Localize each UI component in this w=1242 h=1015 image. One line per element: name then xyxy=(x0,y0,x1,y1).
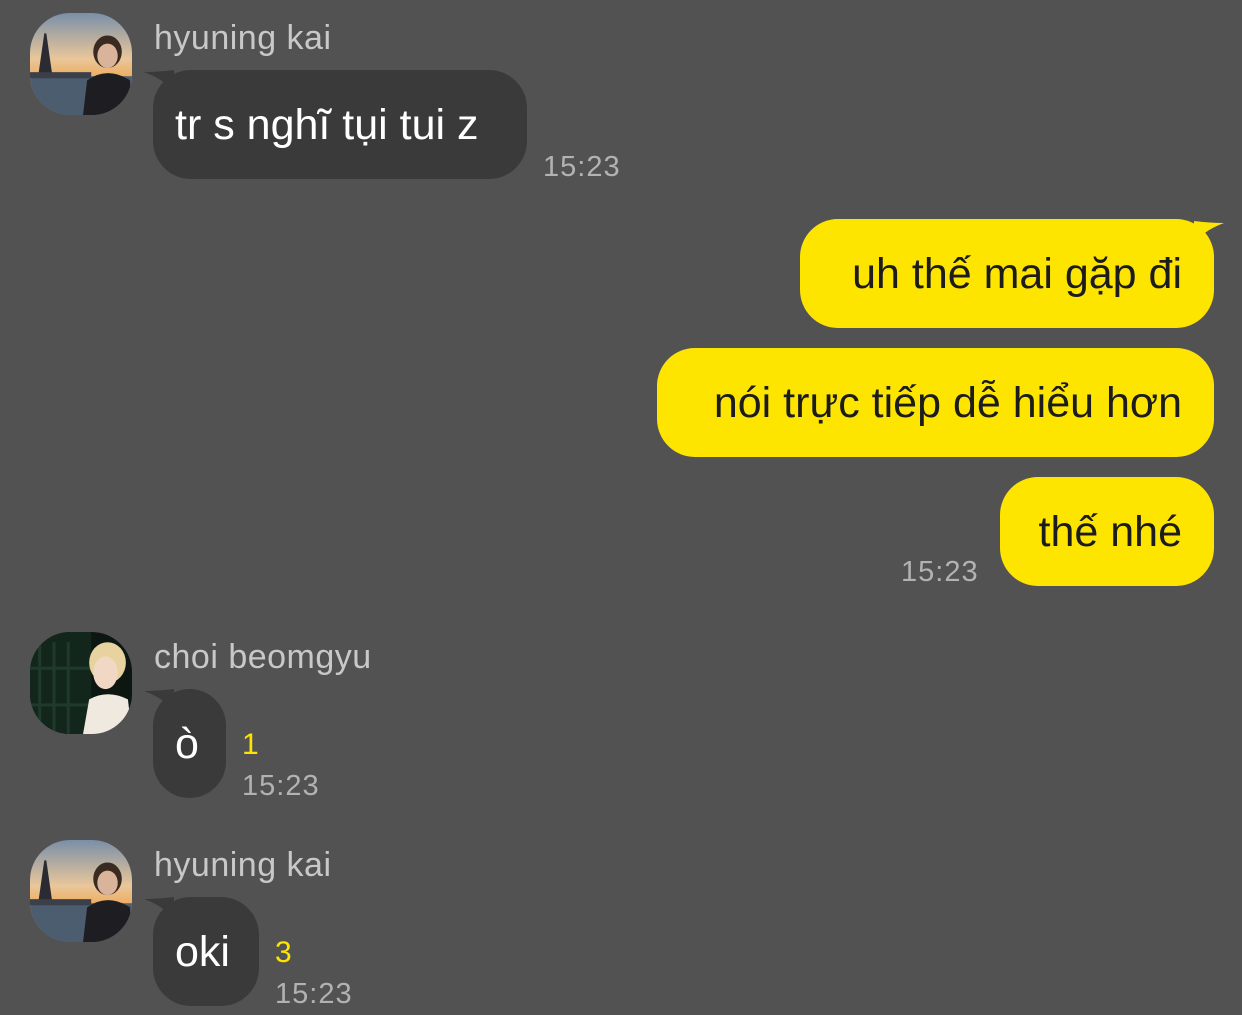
message-text: nói trực tiếp dễ hiểu hơn xyxy=(713,378,1182,427)
avatar-hyuning-kai[interactable] xyxy=(30,840,132,942)
message-text: uh thế mai gặp đi xyxy=(852,249,1182,298)
message-timestamp: 15:23 xyxy=(543,151,621,183)
message-text: thế nhé xyxy=(1038,507,1182,556)
sender-name: hyuning kai xyxy=(154,846,332,884)
message-text: oki xyxy=(175,927,230,976)
avatar-choi-beomgyu[interactable] xyxy=(30,632,132,734)
message-bubble-outgoing[interactable]: thế nhé xyxy=(1000,477,1214,586)
sender-name: choi beomgyu xyxy=(154,638,372,676)
avatar-hyuning-kai[interactable] xyxy=(30,13,132,115)
message-bubble-incoming[interactable]: tr s nghĩ tụi tui z xyxy=(153,70,527,179)
message-timestamp: 15:23 xyxy=(275,978,353,1010)
message-timestamp: 15:23 xyxy=(901,556,979,588)
message-bubble-incoming[interactable]: ò xyxy=(153,689,226,798)
message-text: tr s nghĩ tụi tui z xyxy=(175,100,479,149)
message-bubble-outgoing[interactable]: nói trực tiếp dễ hiểu hơn xyxy=(657,348,1214,457)
unread-count: 1 xyxy=(242,728,259,761)
message-bubble-incoming[interactable]: oki xyxy=(153,897,259,1006)
message-bubble-outgoing[interactable]: uh thế mai gặp đi xyxy=(800,219,1214,328)
sender-name: hyuning kai xyxy=(154,19,332,57)
message-timestamp: 15:23 xyxy=(242,770,320,802)
message-text: ò xyxy=(175,719,199,768)
unread-count: 3 xyxy=(275,936,292,969)
